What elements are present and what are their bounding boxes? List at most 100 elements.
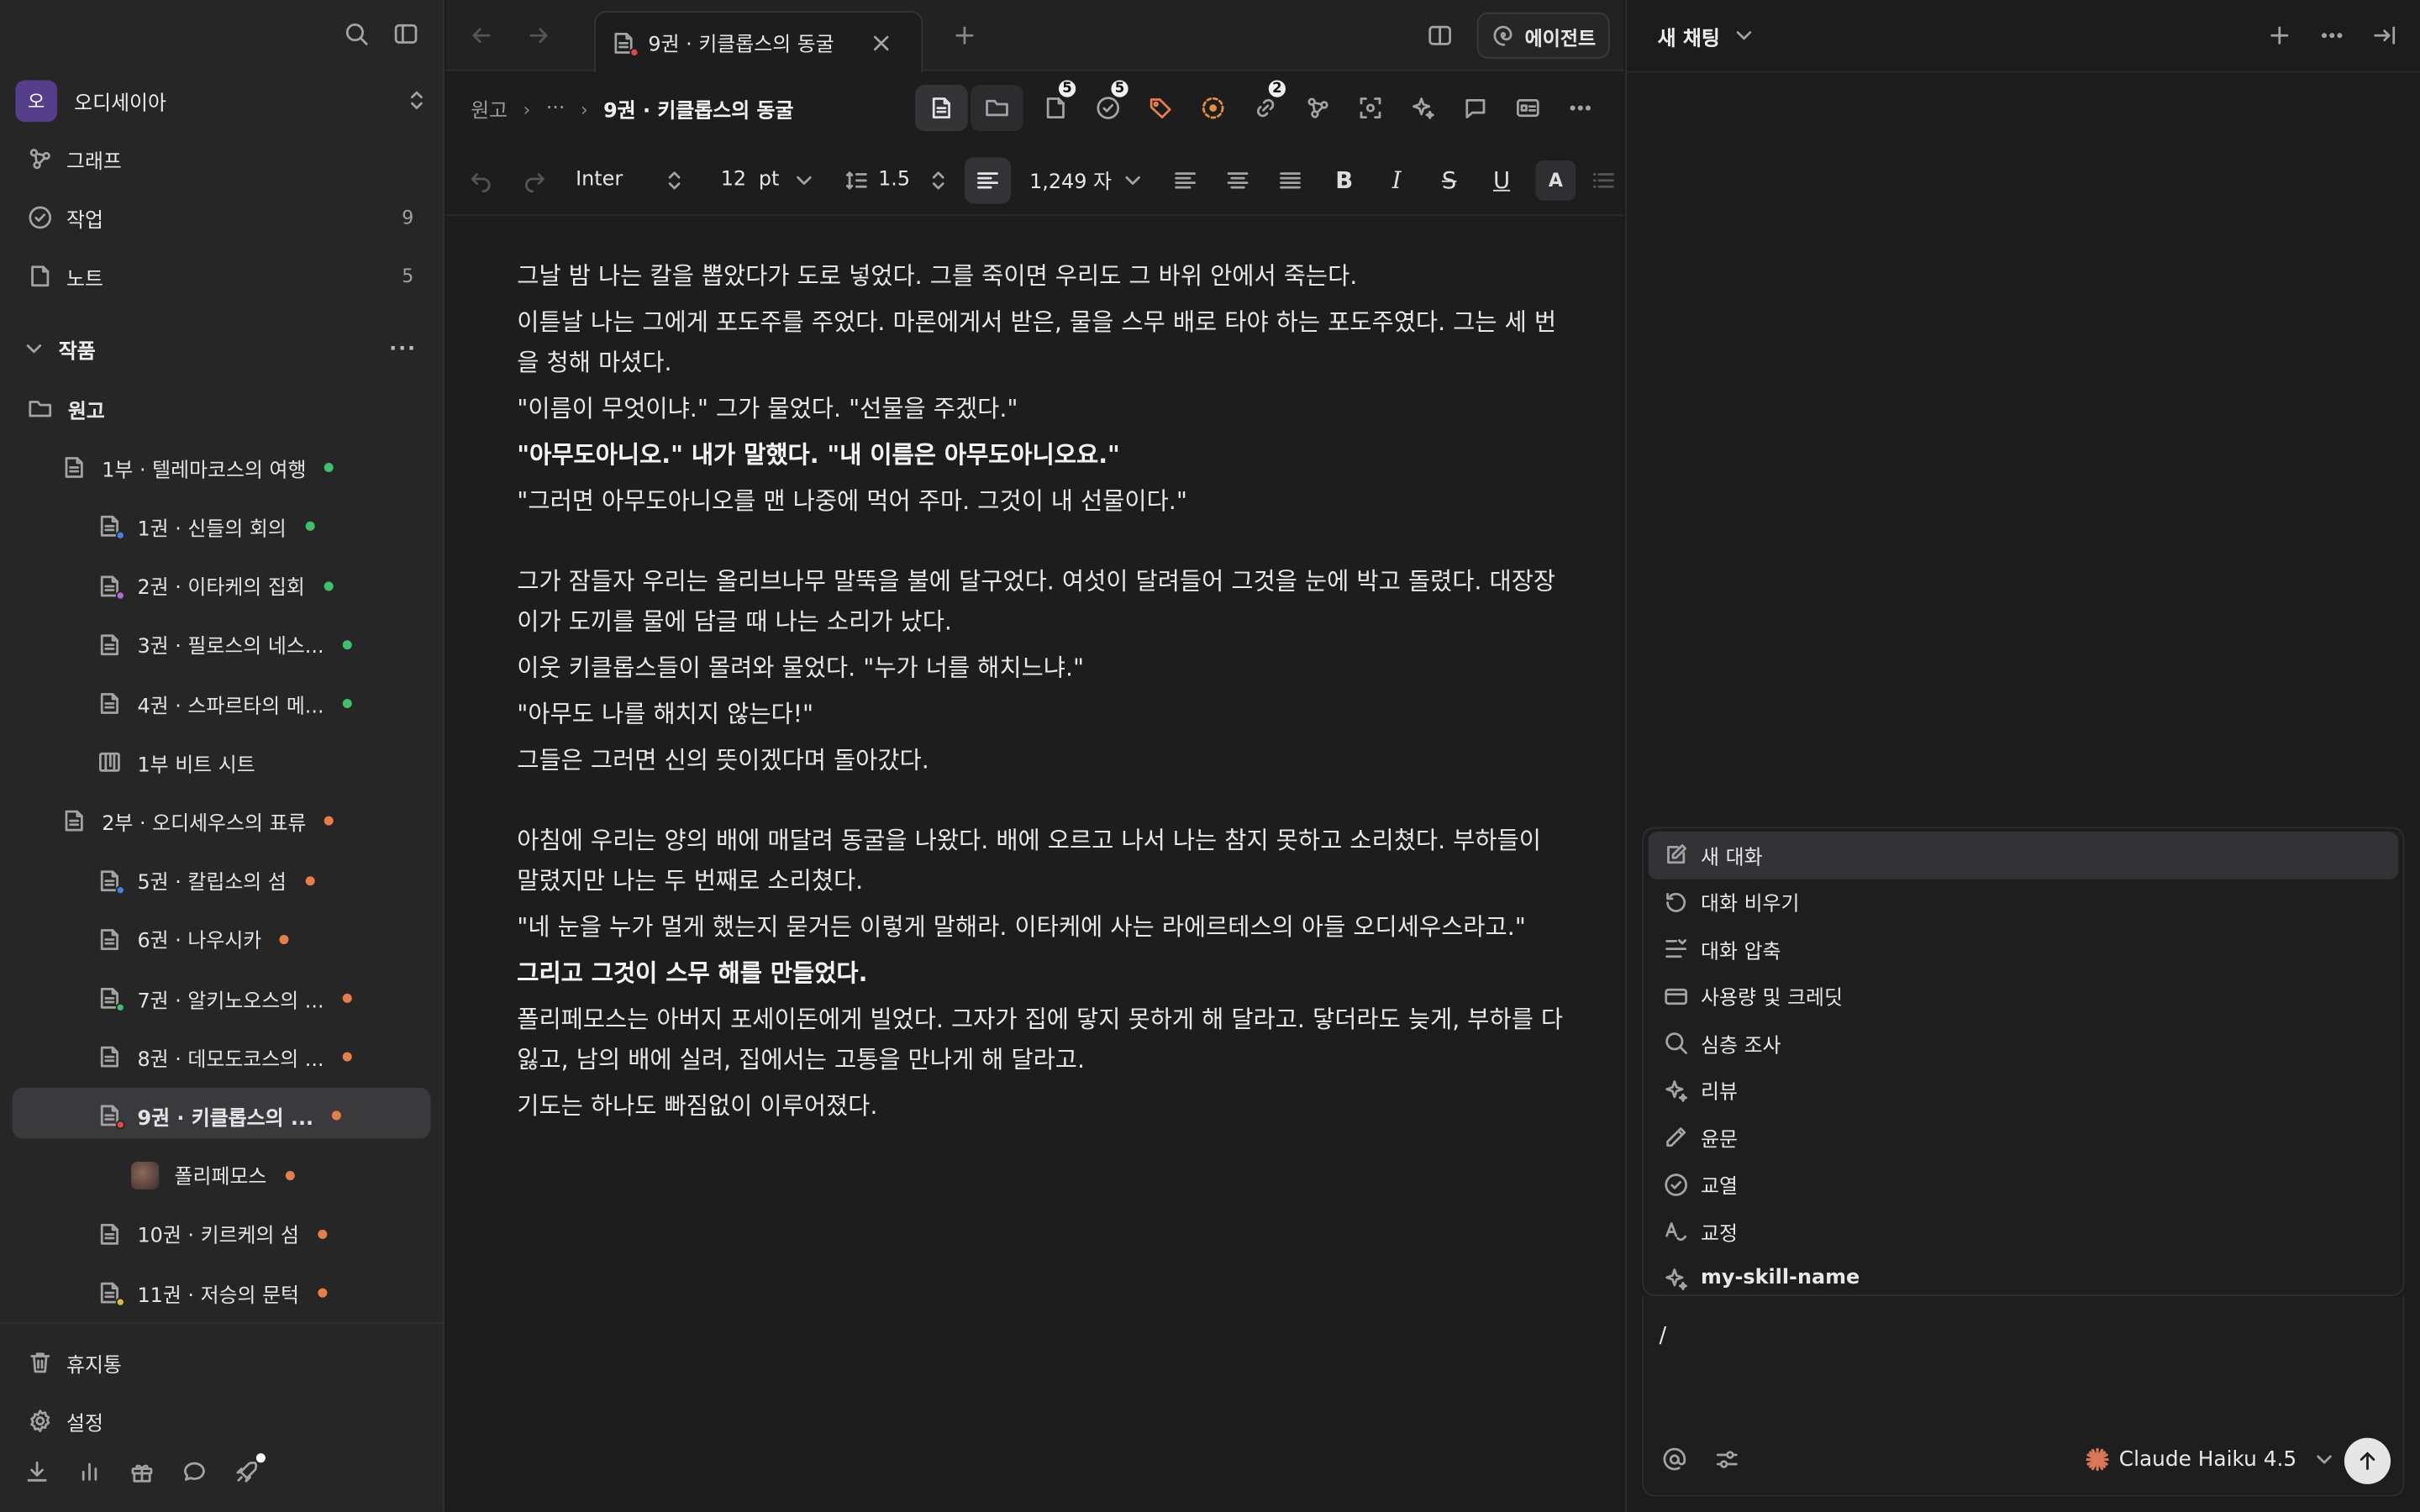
paragraph-text: "아무도아니오." 내가 말했다. "내 이름은 아무도아니오요." — [517, 441, 1120, 470]
nav-tasks[interactable]: 작업 9 — [28, 197, 413, 238]
strikethrough-icon[interactable]: S — [1437, 165, 1461, 193]
download-icon[interactable] — [24, 1460, 49, 1484]
tree-item[interactable]: 원고 — [28, 386, 105, 432]
tags-button[interactable] — [1134, 85, 1186, 131]
compress-icon — [1664, 937, 1688, 961]
align-center-icon[interactable] — [1225, 167, 1249, 192]
spiral-icon — [1491, 24, 1515, 48]
links-button[interactable]: 2 — [1239, 78, 1292, 131]
menu-item[interactable]: 윤문 — [1649, 1114, 2399, 1161]
ai-button[interactable] — [1397, 85, 1449, 131]
search-icon[interactable] — [345, 22, 369, 46]
tab-active-document[interactable]: 9권 · 키클롭스의 동굴 — [594, 10, 923, 73]
breadcrumb: 원고 › ··· › 9권 · 키클롭스의 동굴 — [471, 94, 793, 123]
tasks-button[interactable]: 5 — [1082, 78, 1134, 131]
menu-item[interactable]: 심층 조사 — [1649, 1020, 2399, 1067]
menu-item[interactable]: 교정 — [1649, 1208, 2399, 1255]
chat-bubble-icon[interactable] — [182, 1460, 207, 1484]
nav-trash[interactable]: 휴지통 — [28, 1344, 122, 1381]
nav-graph[interactable]: 그래프 — [28, 139, 413, 179]
tree-item[interactable]: 11권 · 저승의 문턱 — [97, 1270, 328, 1316]
tree-item[interactable]: 2권 · 이타케의 집회 — [97, 563, 333, 609]
status-button[interactable] — [1186, 85, 1239, 131]
word-count-select[interactable]: 1,249 자 — [1029, 165, 1145, 194]
gift-icon[interactable] — [129, 1460, 154, 1484]
rocket-icon[interactable] — [234, 1453, 266, 1484]
stats-icon[interactable] — [77, 1460, 102, 1484]
linked-docs-button[interactable]: 5 — [1029, 78, 1081, 131]
nav-notes[interactable]: 노트 5 — [28, 256, 413, 297]
editor-content[interactable]: 그날 밤 나는 칼을 뽑았다가 도로 넣었다. 그를 죽이면 우리도 그 바위 … — [517, 256, 1566, 1132]
tree-item[interactable]: 6권 · 나우시카 — [97, 916, 290, 963]
align-left-lines-icon[interactable] — [1173, 167, 1197, 192]
tree-item[interactable]: 1권 · 신들의 회의 — [97, 503, 314, 549]
tree-item[interactable]: 8권 · 데모도코스의 ... — [97, 1034, 352, 1080]
settings-sliders-icon[interactable] — [1715, 1447, 1739, 1472]
menu-item[interactable]: 새 대화 — [1648, 831, 2399, 879]
focus-button[interactable] — [1344, 85, 1397, 131]
check-circle-icon — [1664, 1172, 1688, 1196]
section-works-header[interactable]: 작품 ··· — [22, 330, 420, 367]
font-select[interactable]: Inter — [576, 167, 687, 192]
plus-icon[interactable] — [2267, 24, 2291, 48]
tree-item[interactable]: 4권 · 스파르타의 메... — [97, 680, 352, 727]
info-card-button[interactable] — [1502, 85, 1554, 131]
paragraph-text: 기도는 하나도 빠짐없이 이루어졌다. — [517, 1092, 878, 1121]
menu-item[interactable]: 사용량 및 크레딧 — [1649, 973, 2399, 1020]
tree-item[interactable]: 5권 · 칼립소의 섬 — [97, 857, 314, 903]
document-icon — [97, 927, 122, 951]
menu-item[interactable]: 교열 — [1649, 1161, 2399, 1208]
italic-icon[interactable]: I — [1385, 165, 1409, 193]
tree-item[interactable]: 1부 · 텔레마코스의 여행 — [61, 444, 334, 491]
links-badge: 2 — [1266, 78, 1287, 99]
plus-icon[interactable] — [952, 24, 976, 48]
agent-button[interactable]: 에이전트 — [1476, 12, 1610, 59]
breadcrumb-root[interactable]: 원고 — [471, 94, 508, 123]
chat-input[interactable]: / — [1659, 1324, 1666, 1348]
tree-item[interactable]: 7권 · 알키노오스의 ... — [97, 975, 352, 1021]
list-icon[interactable] — [1591, 167, 1616, 192]
send-button[interactable] — [2344, 1437, 2391, 1484]
menu-item[interactable]: 리뷰 — [1649, 1067, 2399, 1114]
more-horizontal-icon[interactable] — [2320, 24, 2344, 48]
align-left-button[interactable] — [964, 156, 1012, 203]
model-select[interactable]: Claude Haiku 4.5 — [2085, 1447, 2337, 1472]
forward-arrow-icon[interactable] — [526, 24, 550, 48]
close-icon[interactable] — [869, 30, 893, 55]
underline-icon[interactable]: U — [1489, 165, 1513, 193]
comments-button[interactable] — [1449, 85, 1502, 131]
tree-item[interactable]: 10권 · 키르케의 섬 — [97, 1210, 328, 1257]
vault-switcher[interactable]: 오 오디세이아 — [15, 77, 429, 123]
document-view-button[interactable] — [915, 85, 968, 132]
sidebar-toggle-icon[interactable] — [393, 22, 418, 46]
tree-item[interactable]: 2부 · 오디세우스의 표류 — [61, 798, 334, 844]
tree-item[interactable]: 1부 비트 시트 — [97, 739, 255, 785]
comment-icon — [1463, 96, 1487, 120]
tree-item[interactable]: 폴리페모스 — [131, 1152, 295, 1198]
bold-icon[interactable]: B — [1332, 165, 1356, 193]
paragraph-text: 이튿날 나는 그에게 포도주를 주었다. 마론에게서 받은, 물을 스무 배로 … — [517, 308, 1557, 377]
nav-settings[interactable]: 설정 — [28, 1403, 103, 1440]
align-justify-icon[interactable] — [1278, 167, 1302, 192]
tree-item[interactable]: 3권 · 필로스의 네스... — [97, 622, 352, 668]
line-height-select[interactable]: 1.5 — [844, 167, 950, 192]
menu-item-label: 윤문 — [1701, 1129, 1738, 1152]
breadcrumb-ellipsis[interactable]: ··· — [546, 97, 566, 121]
menu-item[interactable]: 대화 비우기 — [1649, 879, 2399, 926]
undo-icon[interactable] — [469, 167, 493, 192]
redo-icon[interactable] — [522, 167, 546, 192]
more-button[interactable] — [1555, 85, 1607, 131]
chat-title-select[interactable]: 새 채팅 — [1658, 21, 1757, 50]
back-arrow-icon[interactable] — [469, 24, 493, 48]
text-color-button[interactable]: A — [1535, 160, 1576, 200]
folder-view-button[interactable] — [971, 85, 1023, 132]
graph-button[interactable] — [1292, 85, 1344, 131]
mention-icon[interactable] — [1662, 1447, 1686, 1472]
tree-item[interactable]: 9권 · 키클롭스의 ... — [97, 1093, 342, 1139]
section-more-button[interactable]: ··· — [389, 337, 417, 360]
font-size-select[interactable]: 12 pt — [721, 167, 817, 192]
split-view-icon[interactable] — [1428, 24, 1452, 48]
menu-item[interactable]: my-skill-name — [1649, 1255, 2399, 1302]
menu-item[interactable]: 대화 압축 — [1649, 926, 2399, 973]
collapse-panel-icon[interactable] — [2372, 24, 2396, 48]
